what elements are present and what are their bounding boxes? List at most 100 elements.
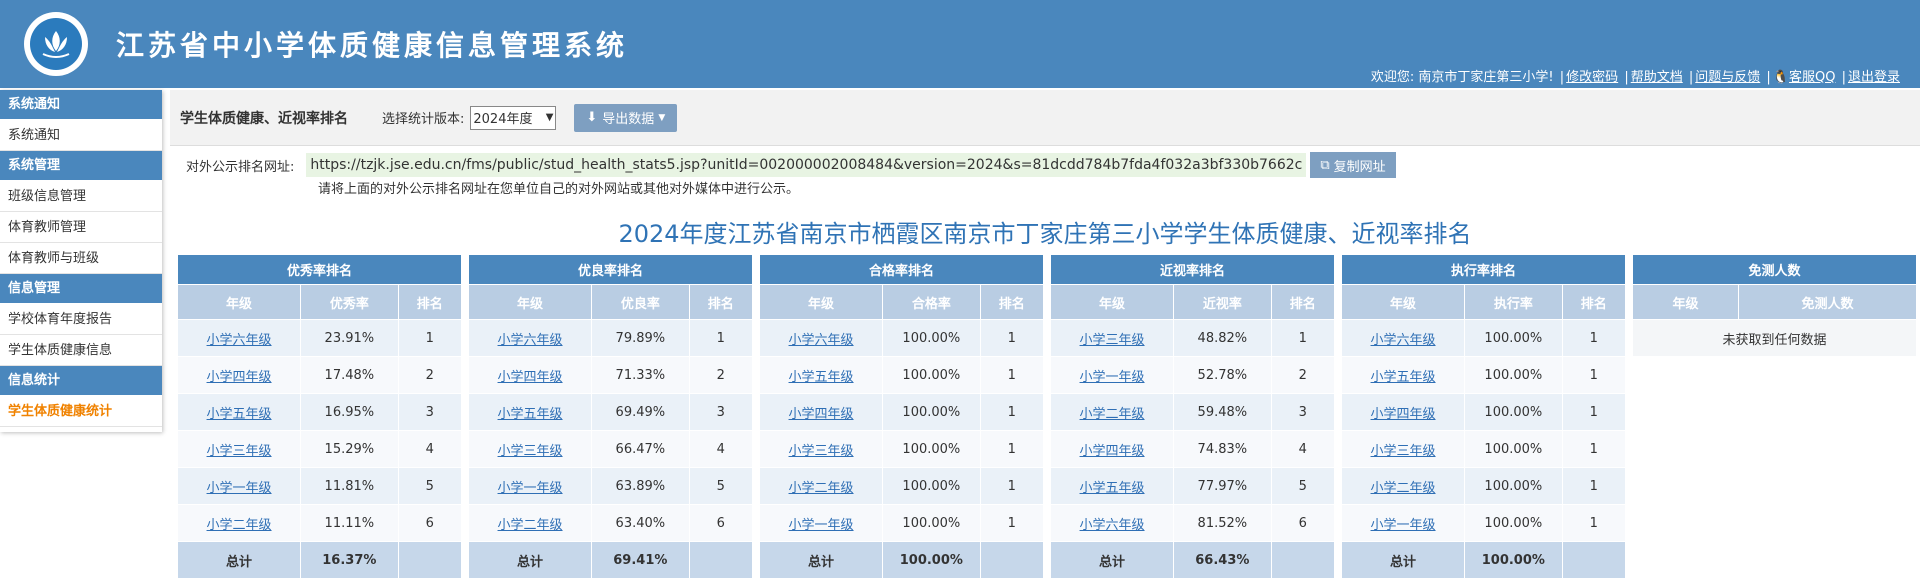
- rank-cell: 1: [979, 356, 1045, 394]
- grade-link[interactable]: 小学五年级: [789, 370, 854, 385]
- grade-link[interactable]: 小学一年级: [1080, 370, 1145, 385]
- table-row: 小学二年级 59.48% 3: [1049, 393, 1336, 431]
- sidebar-item[interactable]: 系统通知: [0, 120, 162, 151]
- version-select[interactable]: 2024年度 ▼: [470, 105, 557, 130]
- grade-link[interactable]: 小学二年级: [1371, 481, 1436, 496]
- grade-link[interactable]: 小学四年级: [207, 370, 272, 385]
- grade-cell: 小学五年级: [758, 356, 884, 394]
- ranking-table: 执行率排名 年级 执行率 排名 小学六年级 100.00% 1 小学五年级 100.00% 1 小学…: [1340, 254, 1627, 579]
- rank-cell: 4: [1270, 430, 1336, 468]
- grade-link[interactable]: 小学四年级: [1080, 444, 1145, 459]
- rate-cell: 81.52%: [1173, 504, 1272, 542]
- grade-link[interactable]: 小学二年级: [207, 518, 272, 533]
- grade-link[interactable]: 小学六年级: [1080, 518, 1145, 533]
- grade-link[interactable]: 小学六年级: [207, 333, 272, 348]
- welcome-text: 欢迎您: 南京市丁家庄第三小学!: [1370, 70, 1554, 85]
- column-header: 年级: [1340, 284, 1466, 320]
- table-row: 小学三年级 100.00% 1: [1340, 430, 1627, 468]
- table-caption: 免测人数: [1632, 254, 1917, 285]
- sidebar-item[interactable]: 学校体育年度报告: [0, 304, 162, 335]
- total-cell: 总计: [758, 541, 884, 579]
- grade-link[interactable]: 小学一年级: [1371, 518, 1436, 533]
- sidebar-item[interactable]: 体育教师与班级: [0, 243, 162, 274]
- grade-cell: 小学五年级: [467, 393, 593, 431]
- url-label: 对外公示排名网址:: [186, 159, 295, 175]
- grade-cell: 小学二年级: [758, 467, 884, 505]
- total-cell: 66.43%: [1173, 541, 1272, 579]
- rate-cell: 100.00%: [882, 319, 981, 357]
- grade-link[interactable]: 小学六年级: [789, 333, 854, 348]
- grade-cell: 小学六年级: [758, 319, 884, 357]
- table-row: 小学三年级 100.00% 1: [758, 430, 1045, 468]
- rank-cell: 1: [1561, 319, 1627, 357]
- column-header: 年级: [176, 284, 302, 320]
- help-docs-link[interactable]: 帮助文档: [1631, 70, 1683, 85]
- grade-link[interactable]: 小学三年级: [1371, 444, 1436, 459]
- table-row: 小学三年级 15.29% 4: [176, 430, 463, 468]
- rate-cell: 59.48%: [1173, 393, 1272, 431]
- grade-link[interactable]: 小学三年级: [1080, 333, 1145, 348]
- column-header: 免测人数: [1738, 284, 1917, 320]
- rank-cell: 2: [688, 356, 754, 394]
- grade-link[interactable]: 小学五年级: [207, 407, 272, 422]
- grade-cell: 小学二年级: [176, 504, 302, 542]
- grade-link[interactable]: 小学二年级: [1080, 407, 1145, 422]
- grade-link[interactable]: 小学四年级: [1371, 407, 1436, 422]
- total-cell: 100.00%: [882, 541, 981, 579]
- qq-icon: 🐧: [1772, 70, 1789, 85]
- grade-link[interactable]: 小学五年级: [1080, 481, 1145, 496]
- sidebar-item[interactable]: 学生体质健康信息: [0, 335, 162, 366]
- grade-link[interactable]: 小学五年级: [498, 407, 563, 422]
- sidebar-item[interactable]: 班级信息管理: [0, 181, 162, 212]
- table-row: 小学五年级 16.95% 3: [176, 393, 463, 431]
- grade-link[interactable]: 小学三年级: [207, 444, 272, 459]
- grade-link[interactable]: 小学六年级: [1371, 333, 1436, 348]
- change-password-link[interactable]: 修改密码: [1566, 70, 1618, 85]
- rank-cell: 6: [688, 504, 754, 542]
- grade-cell: 小学一年级: [176, 467, 302, 505]
- table-row: 小学一年级 11.81% 5: [176, 467, 463, 505]
- grade-link[interactable]: 小学二年级: [498, 518, 563, 533]
- grade-cell: 小学三年级: [758, 430, 884, 468]
- table-row: 小学五年级 77.97% 5: [1049, 467, 1336, 505]
- grade-cell: 小学五年级: [1340, 356, 1466, 394]
- rank-cell: 1: [1561, 356, 1627, 394]
- copy-url-button[interactable]: ⧉ 复制网址: [1310, 152, 1396, 178]
- rate-cell: 100.00%: [882, 430, 981, 468]
- public-url-value[interactable]: https://tzjk.jse.edu.cn/fms/public/stud_…: [306, 153, 1307, 177]
- grade-link[interactable]: 小学四年级: [498, 370, 563, 385]
- grade-link[interactable]: 小学二年级: [789, 481, 854, 496]
- sidebar-item[interactable]: 体育教师管理: [0, 212, 162, 243]
- grade-link[interactable]: 小学一年级: [498, 481, 563, 496]
- grade-link[interactable]: 小学四年级: [789, 407, 854, 422]
- toolbar-title: 学生体质健康、近视率排名: [180, 110, 348, 127]
- grade-link[interactable]: 小学五年级: [1371, 370, 1436, 385]
- export-button[interactable]: ⬇ 导出数据 ▼: [574, 103, 678, 132]
- sidebar-item[interactable]: 学生体质健康统计: [0, 396, 162, 427]
- grade-link[interactable]: 小学三年级: [498, 444, 563, 459]
- sidebar-section-header: 信息统计: [0, 366, 162, 396]
- rate-cell: 100.00%: [1464, 430, 1563, 468]
- total-cell: 100.00%: [1464, 541, 1563, 579]
- grade-link[interactable]: 小学一年级: [207, 481, 272, 496]
- rate-cell: 15.29%: [300, 430, 399, 468]
- qq-service-link[interactable]: 客服QQ: [1789, 70, 1835, 85]
- grade-link[interactable]: 小学一年级: [789, 518, 854, 533]
- rank-cell: 5: [1270, 467, 1336, 505]
- ranking-tables: 优秀率排名 年级 优秀率 排名 小学六年级 23.91% 1 小学四年级 17.48% 2 小学五年…: [176, 254, 1917, 579]
- rate-cell: 69.49%: [591, 393, 690, 431]
- empty-message: 未获取到任何数据: [1632, 319, 1917, 357]
- ranking-table: 优良率排名 年级 优良率 排名 小学六年级 79.89% 1 小学四年级 71.33% 2 小学五年…: [467, 254, 754, 579]
- logout-link[interactable]: 退出登录: [1848, 70, 1900, 85]
- rate-cell: 100.00%: [882, 504, 981, 542]
- sidebar: 系统通知 系统通知 系统管理 班级信息管理 体育教师管理 体育教师与班级 信息管理 学校体育年…: [0, 90, 162, 432]
- version-select-value: 2024年度: [473, 112, 533, 127]
- grade-cell: 小学五年级: [176, 393, 302, 431]
- feedback-link[interactable]: 问题与反馈: [1695, 70, 1760, 85]
- rank-cell: 5: [397, 467, 463, 505]
- grade-link[interactable]: 小学六年级: [498, 333, 563, 348]
- table-row: 小学四年级 100.00% 1: [758, 393, 1045, 431]
- grade-link[interactable]: 小学三年级: [789, 444, 854, 459]
- table-row: 小学五年级 69.49% 3: [467, 393, 754, 431]
- user-bar: 欢迎您: 南京市丁家庄第三小学! | 修改密码 | 帮助文档 | 问题与反馈 | 🐧客服…: [1370, 70, 1900, 85]
